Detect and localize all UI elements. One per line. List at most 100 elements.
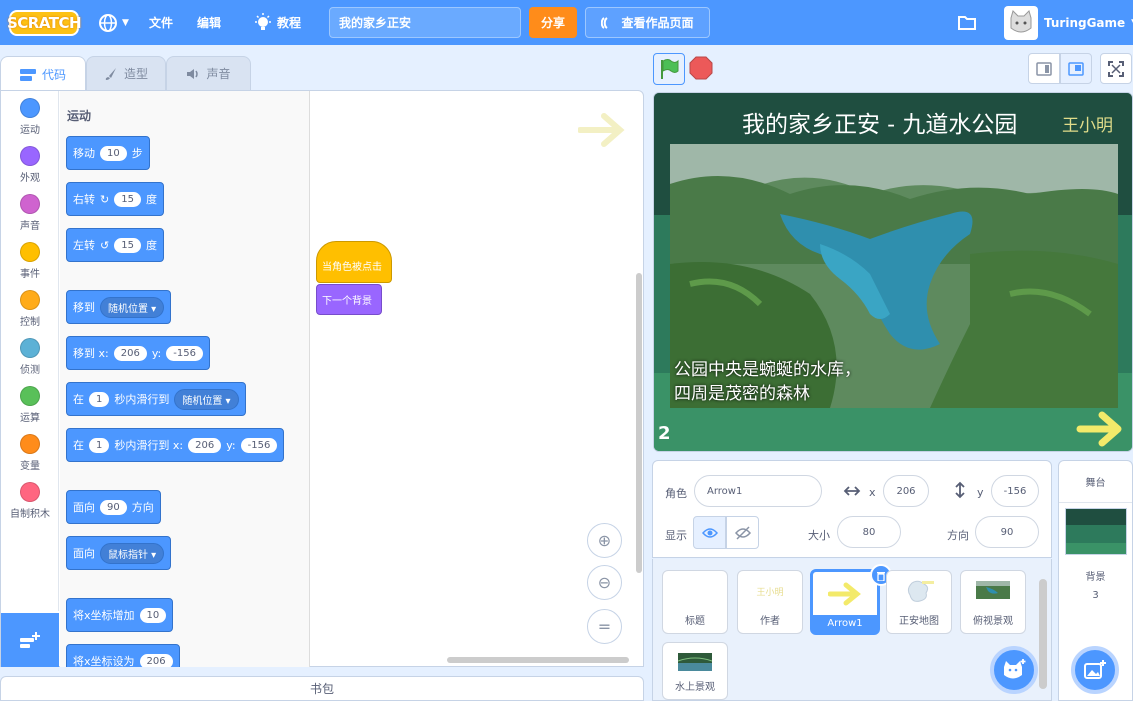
category-sensing[interactable]: 侦测 <box>1 338 59 376</box>
tutorials-button[interactable]: 教程 <box>254 0 301 45</box>
block-glide[interactable]: 在 1 秒内滑行到 随机位置 ▾ <box>66 382 246 416</box>
see-project-icon <box>601 16 609 29</box>
block-input[interactable]: -156 <box>166 345 203 361</box>
next-backdrop-block[interactable]: 下一个背景 <box>316 284 382 315</box>
stage-page-number: 2 <box>658 423 671 444</box>
block-text: y: <box>226 438 236 452</box>
direction-label: 方向 <box>947 529 969 542</box>
sprite-thumb-water[interactable]: 水上景观 <box>662 642 728 700</box>
category-looks[interactable]: 外观 <box>1 146 59 184</box>
block-goto-xy[interactable]: 移到 x: 206 y: -156 <box>66 336 210 370</box>
backdrops-count: 3 <box>1092 590 1099 601</box>
block-input[interactable]: 1 <box>89 437 110 453</box>
block-input[interactable]: 1 <box>89 391 110 407</box>
backdrop-thumbnail[interactable] <box>1065 508 1127 555</box>
section-title: 运动 <box>67 109 92 123</box>
block-goto[interactable]: 移到 随机位置 ▾ <box>66 290 172 324</box>
add-extension-button[interactable] <box>1 613 59 667</box>
block-text: 将x坐标设为 <box>73 655 135 667</box>
control-dot-icon <box>20 290 40 310</box>
sprite-thumb-author[interactable]: 王小明 作者 <box>737 570 803 634</box>
add-sprite-button[interactable] <box>990 646 1038 694</box>
sprite-thumb-title[interactable]: 标题 <box>662 570 728 634</box>
code-icon <box>19 68 36 81</box>
direction-input[interactable]: 90 <box>975 516 1039 548</box>
block-text: 右转 <box>73 193 95 206</box>
block-dropdown[interactable]: 鼠标指针 ▾ <box>100 542 165 564</box>
block-change-x[interactable]: 将x坐标增加 10 <box>66 598 174 632</box>
project-title-input[interactable]: 我的家乡正安 <box>329 7 521 38</box>
tutorials-label: 教程 <box>277 16 302 30</box>
category-events[interactable]: 事件 <box>1 242 59 280</box>
block-move[interactable]: 移动 10 步 <box>66 136 150 170</box>
block-input[interactable]: 15 <box>114 237 141 253</box>
share-button[interactable]: 分享 <box>529 7 577 38</box>
sprite-thumb-map[interactable]: 正安地图 <box>886 570 952 634</box>
block-input[interactable]: 206 <box>113 345 147 361</box>
block-input[interactable]: -156 <box>240 437 278 453</box>
green-flag-button[interactable] <box>653 53 685 85</box>
block-point-towards[interactable]: 面向 鼠标指针 ▾ <box>66 536 172 570</box>
add-backdrop-button[interactable] <box>1071 646 1119 694</box>
fullscreen-button[interactable] <box>1100 53 1132 84</box>
block-dropdown[interactable]: 随机位置 ▾ <box>100 296 165 318</box>
block-input[interactable]: 206 <box>188 437 222 453</box>
tab-code[interactable]: 代码 <box>0 56 86 92</box>
scratch-logo[interactable]: SCRATCH <box>7 0 82 45</box>
folder-icon[interactable] <box>957 12 977 32</box>
zoom-out-button[interactable]: ⊖ <box>587 565 622 600</box>
zoom-in-button[interactable]: ⊕ <box>587 523 622 558</box>
sprite-list-scrollbar[interactable] <box>1039 579 1047 689</box>
show-label: 显示 <box>665 529 687 542</box>
block-input[interactable]: 10 <box>100 145 127 161</box>
show-button[interactable] <box>693 516 726 549</box>
block-point-direction[interactable]: 面向 90 方向 <box>66 490 161 524</box>
block-input[interactable]: 15 <box>114 191 141 207</box>
block-input[interactable]: 206 <box>139 653 173 667</box>
arrow-sprite-icon[interactable] <box>1076 409 1126 449</box>
see-project-page-button[interactable]: 查看作品页面 <box>585 7 710 38</box>
block-input[interactable]: 90 <box>100 499 127 515</box>
size-input[interactable]: 80 <box>837 516 901 548</box>
edit-menu[interactable]: 编辑 <box>197 0 221 45</box>
user-menu[interactable]: TuringGame ▼ <box>1004 6 1133 40</box>
block-turn-left[interactable]: 左转 ↺ 15 度 <box>66 228 164 262</box>
vertical-scrollbar[interactable] <box>636 273 642 573</box>
category-label: 外观 <box>20 173 40 184</box>
backpack[interactable]: 书包 <box>0 676 644 701</box>
small-stage-button[interactable] <box>1028 53 1060 84</box>
category-sound[interactable]: 声音 <box>1 194 59 232</box>
block-input[interactable]: 10 <box>139 607 167 623</box>
block-turn-right[interactable]: 右转 ↻ 15 度 <box>66 182 164 216</box>
block-text: 度 <box>145 193 157 206</box>
horizontal-scrollbar[interactable] <box>447 657 629 663</box>
category-operators[interactable]: 运算 <box>1 386 59 424</box>
sprite-thumb-aerial[interactable]: 俯视景观 <box>960 570 1026 634</box>
category-motion[interactable]: 运动 <box>1 98 59 136</box>
sprite-thumb-arrow1[interactable]: Arrow1 <box>810 564 892 635</box>
block-dropdown[interactable]: 随机位置 ▾ <box>174 388 239 410</box>
block-glide-xy[interactable]: 在 1 秒内滑行到 x: 206 y: -156 <box>66 428 285 462</box>
normal-stage-button[interactable] <box>1060 53 1092 84</box>
y-input[interactable]: -156 <box>991 475 1039 507</box>
category-variables[interactable]: 变量 <box>1 434 59 472</box>
small-stage-icon <box>1036 61 1052 76</box>
category-label: 声音 <box>20 221 40 232</box>
language-menu[interactable]: ▼ <box>98 0 129 45</box>
stage[interactable]: 我的家乡正安 - 九道水公园 王小明 公园中央是蜿蜒的水库， 四周是茂密的森林 … <box>653 92 1133 452</box>
operators-dot-icon <box>20 386 40 406</box>
tab-sounds[interactable]: 声音 <box>166 56 251 91</box>
category-my-blocks[interactable]: 自制积木 <box>1 482 59 520</box>
tab-costumes[interactable]: 造型 <box>86 56 166 91</box>
category-control[interactable]: 控制 <box>1 290 59 328</box>
x-input[interactable]: 206 <box>883 475 929 507</box>
block-set-x[interactable]: 将x坐标设为 206 <box>66 644 180 667</box>
hide-button[interactable] <box>726 516 759 549</box>
zoom-reset-button[interactable]: = <box>587 609 622 644</box>
when-sprite-clicked-block[interactable]: 当角色被点击 <box>316 241 392 283</box>
x-label: x <box>869 486 876 499</box>
stop-icon[interactable] <box>689 56 713 80</box>
script-area[interactable]: 当角色被点击 下一个背景 ⊕ ⊖ = <box>310 91 643 667</box>
sprite-name-input[interactable]: Arrow1 <box>694 475 822 507</box>
file-menu[interactable]: 文件 <box>149 0 173 45</box>
